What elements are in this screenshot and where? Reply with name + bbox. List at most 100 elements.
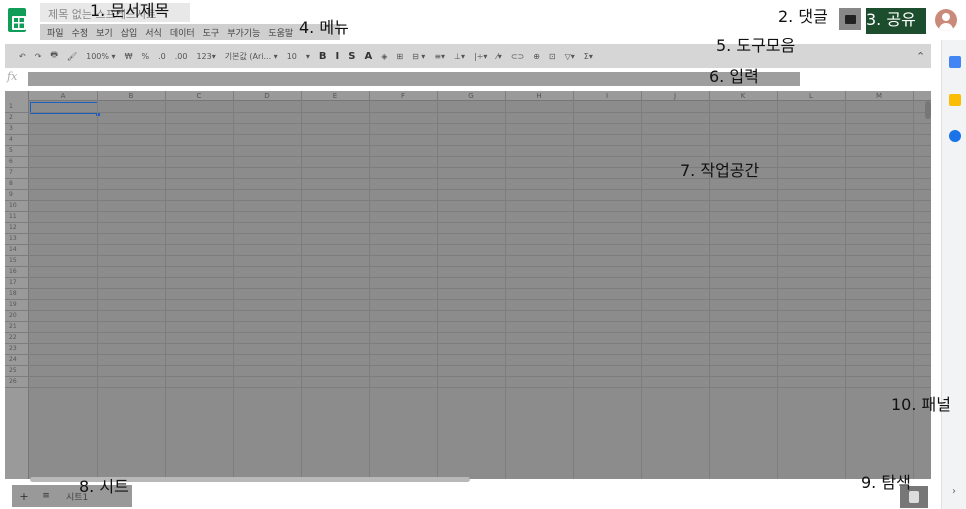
row-header[interactable]: 9 xyxy=(5,189,29,200)
toolbar-button[interactable]: S xyxy=(348,51,355,62)
menu-item[interactable]: 부가기능 xyxy=(227,26,260,39)
toolbar-button[interactable]: ⊥▾ xyxy=(454,52,465,61)
tasks-icon[interactable] xyxy=(949,130,961,142)
row-header[interactable]: 3 xyxy=(5,123,29,134)
keep-icon[interactable] xyxy=(949,94,961,106)
row-header[interactable]: 26 xyxy=(5,376,29,387)
menu-item[interactable]: 수정 xyxy=(72,26,89,39)
column-header[interactable]: H xyxy=(505,91,573,101)
grid-row-line xyxy=(5,134,931,135)
column-header[interactable]: F xyxy=(369,91,437,101)
toolbar-button[interactable]: .00 xyxy=(175,52,188,61)
toolbar-button[interactable]: Σ▾ xyxy=(584,52,593,61)
row-header[interactable]: 18 xyxy=(5,288,29,299)
row-header[interactable]: 16 xyxy=(5,266,29,277)
column-header[interactable]: A xyxy=(29,91,97,101)
grid-row-line xyxy=(5,145,931,146)
toolbar-button[interactable]: 🖌 xyxy=(67,52,77,61)
grid-row-line xyxy=(5,266,931,267)
row-header[interactable]: 6 xyxy=(5,156,29,167)
toolbar-button[interactable]: ≡▾ xyxy=(434,52,445,61)
column-header[interactable]: G xyxy=(437,91,505,101)
toolbar-button[interactable]: |÷▾ xyxy=(474,52,487,61)
toolbar-button[interactable]: ⊟ ▾ xyxy=(412,52,425,61)
row-header[interactable]: 21 xyxy=(5,321,29,332)
all-sheets-button[interactable]: ≡ xyxy=(36,491,56,501)
column-header[interactable]: D xyxy=(233,91,301,101)
row-header[interactable]: 13 xyxy=(5,233,29,244)
row-header[interactable]: 20 xyxy=(5,310,29,321)
toolbar-button[interactable]: ↶ xyxy=(19,52,26,61)
grid-row-line xyxy=(5,277,931,278)
toolbar-button[interactable]: 123▾ xyxy=(196,52,215,61)
chevron-up-icon[interactable]: ⌃ xyxy=(916,50,925,63)
row-header[interactable]: 25 xyxy=(5,365,29,376)
toolbar-button[interactable]: .0 xyxy=(158,52,166,61)
toolbar-button[interactable]: I xyxy=(336,51,340,62)
toolbar-button[interactable]: A xyxy=(364,51,372,62)
row-header[interactable]: 23 xyxy=(5,343,29,354)
account-avatar[interactable] xyxy=(935,9,957,31)
column-header[interactable]: J xyxy=(641,91,709,101)
row-header[interactable]: 7 xyxy=(5,167,29,178)
menu-item[interactable]: 도움말 xyxy=(268,26,293,39)
spreadsheet-grid[interactable]: A B C D E F G H I J K L M 1 2 3 4 5 6 7 8 9 10 11 12 13 14 15 16 17 18… xyxy=(5,91,931,479)
toolbar-button[interactable]: ⁄▾ xyxy=(496,52,501,61)
side-panel: › xyxy=(941,40,966,509)
comments-button[interactable] xyxy=(839,8,861,30)
vertical-scrollbar[interactable] xyxy=(925,101,931,119)
toolbar-button[interactable]: 10 xyxy=(287,52,297,61)
row-header[interactable]: 17 xyxy=(5,277,29,288)
toolbar-button[interactable]: 100% ▾ xyxy=(86,52,115,61)
column-header[interactable]: C xyxy=(165,91,233,101)
calendar-icon[interactable] xyxy=(949,56,961,68)
grid-row-line xyxy=(5,387,931,388)
row-header[interactable]: 14 xyxy=(5,244,29,255)
toolbar-button[interactable]: B xyxy=(319,51,327,62)
row-header[interactable]: 5 xyxy=(5,145,29,156)
menu-item[interactable]: 삽입 xyxy=(121,26,138,39)
toolbar-button[interactable]: ⊕ xyxy=(533,52,540,61)
toolbar-button[interactable]: ⊂⊃ xyxy=(511,52,524,61)
column-header[interactable]: I xyxy=(573,91,641,101)
column-header[interactable]: L xyxy=(777,91,845,101)
column-header[interactable]: M xyxy=(845,91,913,101)
row-header[interactable]: 15 xyxy=(5,255,29,266)
row-header[interactable]: 4 xyxy=(5,134,29,145)
row-header[interactable]: 8 xyxy=(5,178,29,189)
toolbar-button[interactable]: ▾ xyxy=(306,52,310,61)
row-header[interactable]: 2 xyxy=(5,112,29,123)
toolbar-button[interactable]: ⊡ xyxy=(549,52,556,61)
row-header[interactable]: 11 xyxy=(5,211,29,222)
toolbar-button[interactable]: ↷ xyxy=(35,52,42,61)
row-header[interactable]: 10 xyxy=(5,200,29,211)
formula-input[interactable] xyxy=(28,72,800,86)
menu-item[interactable]: 보기 xyxy=(96,26,113,39)
row-header[interactable]: 1 xyxy=(5,101,29,112)
menu-item[interactable]: 데이터 xyxy=(170,26,195,39)
chevron-right-icon[interactable]: › xyxy=(952,486,956,497)
toolbar-button[interactable]: ◈ xyxy=(381,52,387,61)
toolbar-button[interactable]: % xyxy=(141,52,149,61)
add-sheet-button[interactable]: + xyxy=(12,490,36,503)
grid-column-line xyxy=(505,91,506,479)
row-header[interactable]: 22 xyxy=(5,332,29,343)
column-header[interactable]: K xyxy=(709,91,777,101)
toolbar-button[interactable]: ⊞ xyxy=(396,52,403,61)
menu-item[interactable]: 도구 xyxy=(203,26,220,39)
column-header[interactable]: E xyxy=(301,91,369,101)
row-header[interactable]: 19 xyxy=(5,299,29,310)
annotation-sheet: 8. 시트 xyxy=(79,477,129,496)
menu-item[interactable]: 파일 xyxy=(47,26,64,39)
toolbar-button[interactable]: ₩ xyxy=(125,52,133,61)
sheets-logo-icon[interactable] xyxy=(8,8,26,32)
toolbar-button[interactable]: 기본값 (Ari... ▾ xyxy=(225,51,278,62)
row-header[interactable]: 24 xyxy=(5,354,29,365)
toolbar-button[interactable]: ▽▾ xyxy=(565,52,575,61)
menu-item[interactable]: 서식 xyxy=(145,26,162,39)
grid-row-line xyxy=(5,255,931,256)
column-header[interactable]: B xyxy=(97,91,165,101)
grid-column-line xyxy=(913,91,914,479)
row-header[interactable]: 12 xyxy=(5,222,29,233)
toolbar-button[interactable]: 🖶 xyxy=(50,49,58,63)
